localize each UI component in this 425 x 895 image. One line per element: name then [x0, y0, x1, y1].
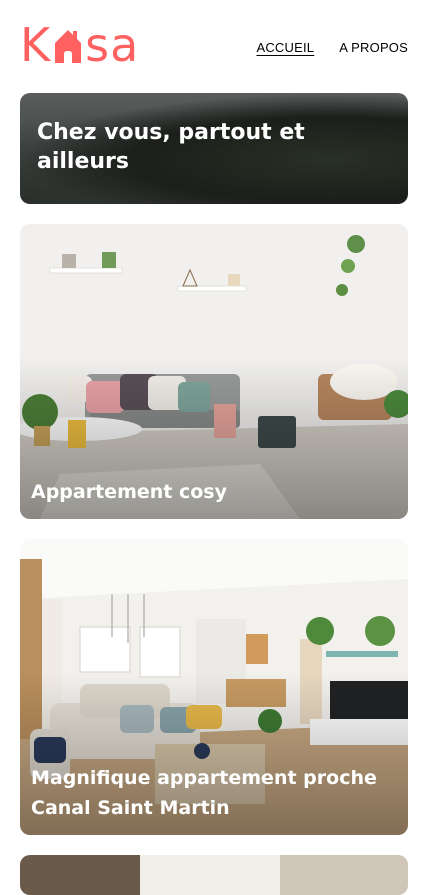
logo-letters-sa: sa: [85, 18, 140, 72]
site-header: K sa ACCUEIL A PROPOS: [0, 0, 425, 90]
listing-photo: [20, 855, 408, 895]
main-nav: ACCUEIL A PROPOS: [256, 40, 408, 55]
listing-card[interactable]: Magnifique appartement proche Canal Sain…: [20, 539, 408, 835]
listing-title: Appartement cosy: [31, 481, 227, 503]
listing-title: Magnifique appartement proche Canal Sain…: [31, 767, 377, 819]
house-icon: [55, 30, 82, 63]
hero-banner: Chez vous, partout et ailleurs: [20, 93, 408, 204]
banner-title: Chez vous, partout et ailleurs: [37, 120, 305, 174]
kasa-logo[interactable]: K sa: [20, 22, 139, 68]
nav-link-a-propos[interactable]: A PROPOS: [339, 40, 408, 55]
listing-card[interactable]: [20, 855, 408, 895]
logo-letter-k: K: [20, 18, 52, 72]
listing-card[interactable]: Appartement cosy: [20, 224, 408, 519]
nav-link-accueil[interactable]: ACCUEIL: [256, 40, 314, 55]
